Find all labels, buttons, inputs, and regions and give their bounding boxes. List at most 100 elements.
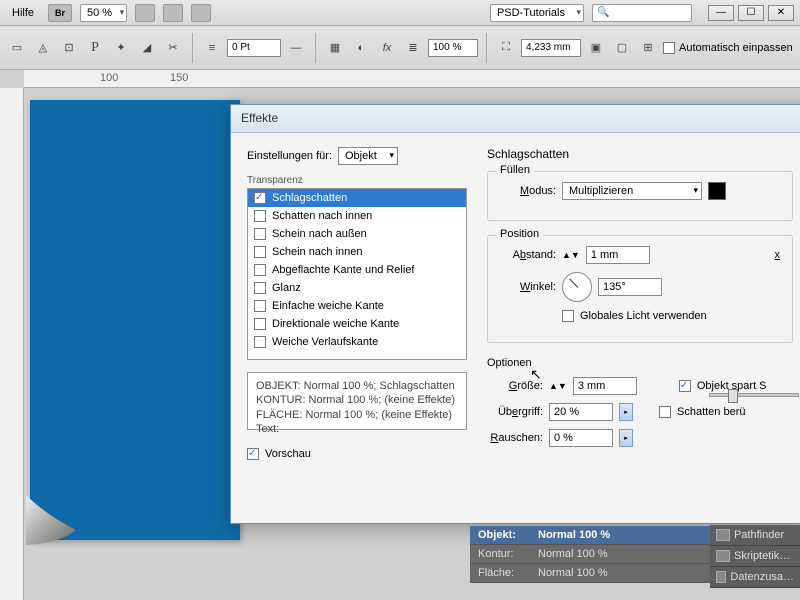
script-label-tab[interactable]: Skriptetik… bbox=[710, 546, 800, 567]
zoom-select[interactable]: 50 % bbox=[80, 4, 127, 22]
global-light-checkbox[interactable] bbox=[562, 310, 574, 322]
fx-item[interactable]: Direktionale weiche Kante bbox=[248, 315, 466, 333]
angle-dial[interactable] bbox=[562, 272, 592, 302]
x-offset-link[interactable]: x bbox=[775, 249, 781, 261]
crop-icon[interactable]: ⛶ bbox=[495, 37, 517, 59]
fx-item-schlagschatten[interactable]: Schlagschatten bbox=[248, 189, 466, 207]
fx-checkbox[interactable] bbox=[254, 318, 266, 330]
effects-summary: OBJEKT: Normal 100 %; Schlagschatten KON… bbox=[247, 372, 467, 430]
artboard[interactable] bbox=[30, 100, 240, 540]
fx-item[interactable]: Schein nach außen bbox=[248, 225, 466, 243]
fx-checkbox[interactable] bbox=[254, 228, 266, 240]
type-tool-icon[interactable]: P bbox=[84, 37, 106, 59]
effects-list: Schlagschatten Schatten nach innen Schei… bbox=[247, 188, 467, 360]
data-icon bbox=[716, 571, 726, 583]
angle-input[interactable] bbox=[598, 278, 662, 296]
noise-input[interactable] bbox=[549, 429, 613, 447]
distance-input[interactable] bbox=[586, 246, 650, 264]
opacity-input[interactable] bbox=[428, 39, 478, 57]
arrange-icon[interactable] bbox=[191, 4, 211, 22]
fx-checkbox[interactable] bbox=[254, 336, 266, 348]
settings-for-select[interactable]: Objekt bbox=[338, 147, 398, 165]
stroke-type-icon[interactable]: — bbox=[285, 37, 307, 59]
maximize-button[interactable]: ☐ bbox=[738, 5, 764, 21]
fx-item[interactable]: Schein nach innen bbox=[248, 243, 466, 261]
preview-label: Vorschau bbox=[265, 448, 311, 460]
psd-tutorials-dropdown[interactable]: PSD-Tutorials bbox=[490, 4, 584, 22]
data-merge-tab[interactable]: Datenzusa… bbox=[710, 567, 800, 588]
noise-label: Rauschen: bbox=[487, 432, 543, 444]
gradient-icon[interactable]: ◐ bbox=[350, 37, 372, 59]
side-panel: Pathfinder Skriptetik… Datenzusa… bbox=[710, 525, 800, 588]
pathfinder-tab[interactable]: Pathfinder bbox=[710, 525, 800, 546]
shadow-behind-checkbox[interactable] bbox=[659, 406, 671, 418]
anchor-icon[interactable]: ✦ bbox=[110, 37, 132, 59]
fx-icon[interactable]: fx bbox=[376, 37, 398, 59]
search-input[interactable]: 🔍 bbox=[592, 4, 692, 22]
dialog-title: Effekte bbox=[231, 105, 800, 133]
pathfinder-icon bbox=[716, 529, 730, 541]
spread-spinner[interactable]: ▸ bbox=[619, 403, 633, 421]
mode-label: Modus: bbox=[500, 185, 556, 197]
fx-checkbox[interactable] bbox=[254, 246, 266, 258]
scissors-icon[interactable]: ✂ bbox=[162, 37, 184, 59]
shadow-behind-label: Schatten berü bbox=[677, 406, 746, 418]
auto-fit-label: Automatisch einpassen bbox=[679, 42, 793, 54]
view-options-icon[interactable] bbox=[163, 4, 183, 22]
fx-checkbox[interactable] bbox=[254, 210, 266, 222]
fx-item[interactable]: Einfache weiche Kante bbox=[248, 297, 466, 315]
position-group: Position Abstand: ▲▼ x Winkel: Globales … bbox=[487, 235, 793, 343]
settings-for-label: Einstellungen für: bbox=[247, 150, 332, 162]
noise-spinner[interactable]: ▸ bbox=[619, 429, 633, 447]
fx-item[interactable]: Abgeflachte Kante und Relief bbox=[248, 261, 466, 279]
minimize-button[interactable]: — bbox=[708, 5, 734, 21]
fx-checkbox[interactable] bbox=[254, 192, 266, 204]
fx-checkbox[interactable] bbox=[254, 264, 266, 276]
page-curl-icon bbox=[26, 475, 96, 545]
stroke-style-icon[interactable]: ≡ bbox=[201, 37, 223, 59]
help-menu[interactable]: Hilfe bbox=[6, 4, 40, 22]
fill-swatch-icon[interactable]: ▦ bbox=[324, 37, 346, 59]
effects-dialog: Effekte Einstellungen für: Objekt Transp… bbox=[230, 104, 800, 524]
center-icon[interactable]: ⊞ bbox=[637, 37, 659, 59]
shadow-color-swatch[interactable] bbox=[708, 182, 726, 200]
fit-content-icon[interactable]: ▢ bbox=[611, 37, 633, 59]
script-icon bbox=[716, 550, 730, 562]
options-group: Optionen Größe: ▲▼ Objekt spart S Übergr… bbox=[487, 357, 793, 447]
fx-item[interactable]: Weiche Verlaufskante bbox=[248, 333, 466, 351]
direct-select-icon[interactable]: ◬ bbox=[32, 37, 54, 59]
fx-item[interactable]: Glanz bbox=[248, 279, 466, 297]
fit-frame-icon[interactable]: ▣ bbox=[585, 37, 607, 59]
selection-tool-icon[interactable]: ▭ bbox=[6, 37, 28, 59]
spread-input[interactable] bbox=[549, 403, 613, 421]
global-light-label: Globales Licht verwenden bbox=[580, 310, 707, 322]
content-tool-icon[interactable]: ⊡ bbox=[58, 37, 80, 59]
knockout-checkbox[interactable] bbox=[679, 380, 691, 392]
paragraph-icon[interactable]: ≣ bbox=[402, 37, 424, 59]
screen-mode-icon[interactable] bbox=[135, 4, 155, 22]
distance-label: Abstand: bbox=[500, 249, 556, 261]
stroke-weight-input[interactable] bbox=[227, 39, 281, 57]
transparency-label: Transparenz bbox=[247, 175, 467, 186]
fx-checkbox[interactable] bbox=[254, 282, 266, 294]
corner-icon[interactable]: ◢ bbox=[136, 37, 158, 59]
close-button[interactable]: ✕ bbox=[768, 5, 794, 21]
bridge-button[interactable]: Br bbox=[48, 4, 72, 22]
width-input[interactable] bbox=[521, 39, 581, 57]
size-input[interactable] bbox=[573, 377, 637, 395]
fx-item[interactable]: Schatten nach innen bbox=[248, 207, 466, 225]
effect-heading: Schlagschatten bbox=[487, 147, 793, 161]
angle-label: Winkel: bbox=[500, 281, 556, 293]
fill-group: Füllen Modus: Multiplizieren bbox=[487, 171, 793, 221]
control-toolbar: ▭ ◬ ⊡ P ✦ ◢ ✂ ≡ — ▦ ◐ fx ≣ ⛶ ▣ ▢ ⊞ Autom… bbox=[0, 26, 800, 70]
ruler-vertical bbox=[0, 88, 24, 600]
preview-checkbox[interactable] bbox=[247, 448, 259, 460]
spread-label: Übergriff: bbox=[487, 406, 543, 418]
size-label: Größe: bbox=[487, 380, 543, 392]
spread-slider[interactable] bbox=[709, 393, 799, 397]
menu-bar: Hilfe Br 50 % PSD-Tutorials 🔍 — ☐ ✕ bbox=[0, 0, 800, 26]
fx-checkbox[interactable] bbox=[254, 300, 266, 312]
ruler-horizontal: 100 150 bbox=[24, 70, 800, 88]
blend-mode-select[interactable]: Multiplizieren bbox=[562, 182, 702, 200]
auto-fit-checkbox[interactable] bbox=[663, 42, 675, 54]
